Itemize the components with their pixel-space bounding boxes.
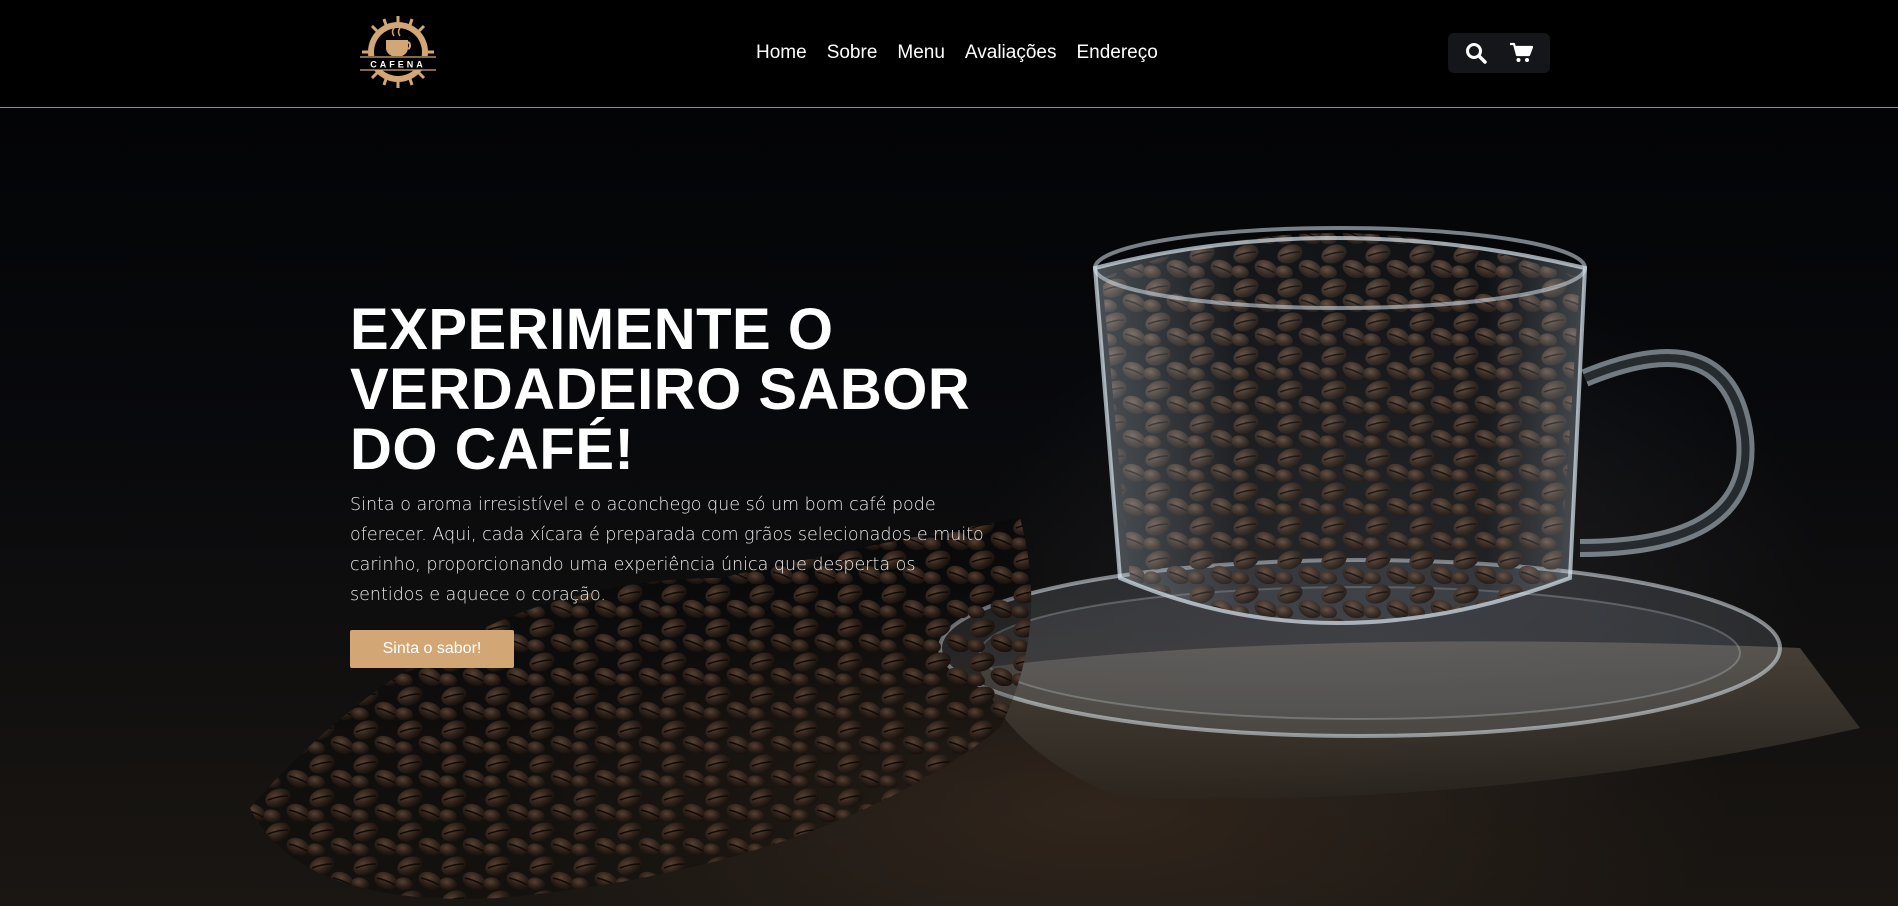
hero-section: EXPERIMENTE O VERDADEIRO SABOR DO CAFÉ! …	[0, 108, 1898, 906]
nav-home[interactable]: Home	[756, 40, 807, 66]
nav-sobre[interactable]: Sobre	[827, 40, 878, 66]
nav-avaliacoes[interactable]: Avaliações	[965, 40, 1057, 66]
hero-description: Sinta o aroma irresistível e o aconchego…	[350, 495, 984, 605]
hero-title: EXPERIMENTE O VERDADEIRO SABOR DO CAFÉ!	[350, 297, 971, 482]
cafena-logo[interactable]: CAFENA	[350, 12, 446, 92]
nav-menu[interactable]: Menu	[897, 40, 945, 66]
nav-endereco[interactable]: Endereço	[1076, 40, 1157, 66]
main-nav: Home Sobre Menu Avaliações Endereço	[756, 40, 1158, 66]
site-header: CAFENA Home Sobre Menu Avaliações Endere…	[0, 0, 1898, 108]
header-actions	[1448, 33, 1550, 73]
coffee-cup-emblem-icon: CAFENA	[360, 16, 436, 88]
search-icon[interactable]	[1465, 42, 1487, 64]
logo-text: CAFENA	[370, 60, 426, 70]
cart-icon[interactable]	[1509, 42, 1533, 64]
sinta-o-sabor-button[interactable]: Sinta o sabor!	[350, 630, 514, 668]
